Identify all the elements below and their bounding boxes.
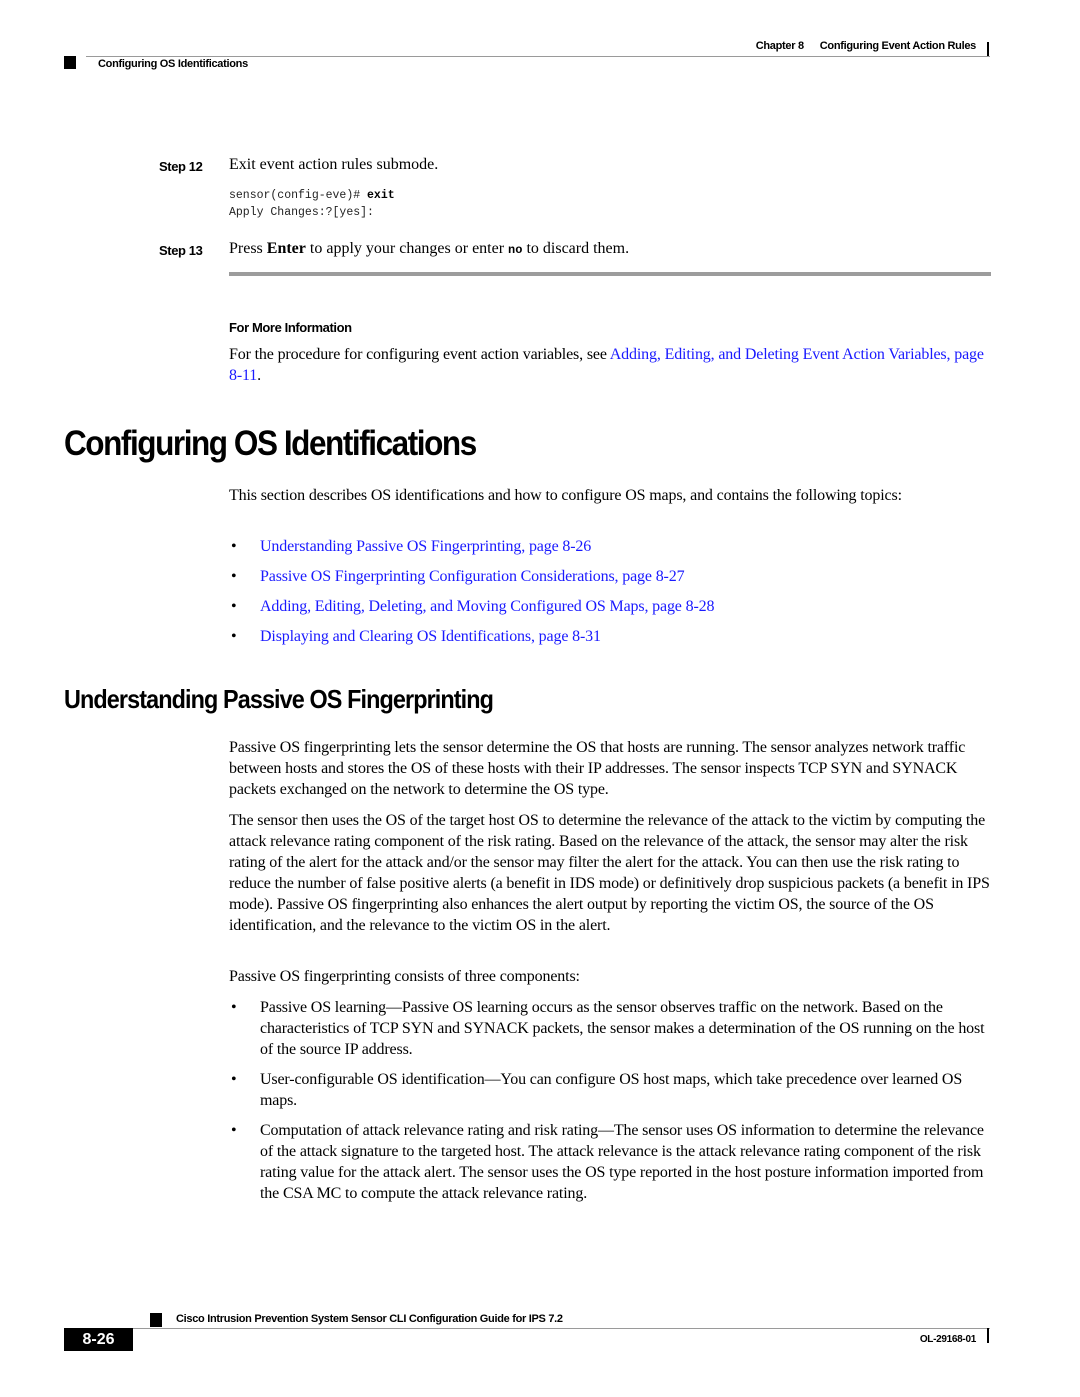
fmi-text: For the procedure for configuring event … (229, 346, 610, 363)
bullet-icon: • (231, 1122, 237, 1139)
topics-list: • Understanding Passive OS Fingerprinting… (229, 536, 994, 656)
topic-link-understanding[interactable]: Understanding Passive OS Fingerprinting,… (260, 538, 591, 555)
step-12-code-block: sensor(config-eve)# exit Apply Changes:?… (229, 187, 395, 221)
header-rule (86, 56, 990, 57)
topic-item: • Adding, Editing, Deleting, and Moving C… (229, 596, 994, 617)
header-square-marker (64, 56, 76, 69)
paragraph-1: Passive OS fingerprinting lets the senso… (229, 739, 966, 798)
running-header-section: Configuring OS Identifications (98, 58, 248, 70)
step-13-label: Step 13 (159, 243, 203, 258)
components-list: • Passive OS learning—Passive OS learning… (229, 997, 994, 1213)
topic-item: • Passive OS Fingerprinting Configuration… (229, 566, 994, 587)
procedure-end-rule (229, 272, 991, 276)
cli-prompt: sensor(config-eve)# (229, 189, 368, 202)
chapter-title: Configuring Event Action Rules (819, 40, 977, 52)
paragraph-2: The sensor then uses the OS of the targe… (229, 812, 990, 934)
topic-link-displaying-clearing[interactable]: Displaying and Clearing OS Identificatio… (260, 628, 601, 645)
component-item: • Passive OS learning—Passive OS learning… (229, 997, 994, 1060)
bullet-icon: • (231, 598, 237, 615)
footer-vertical-bar (987, 1328, 989, 1343)
topic-item: • Understanding Passive OS Fingerprinting… (229, 536, 994, 557)
footer-rule (64, 1328, 990, 1329)
bullet-icon: • (231, 538, 237, 555)
bullet-icon: • (231, 1071, 237, 1088)
component-text: User-configurable OS identification—You … (260, 1071, 963, 1109)
for-more-information-heading: For More Information (229, 320, 352, 335)
bullet-icon: • (231, 999, 237, 1016)
code-line-output: Apply Changes:?[yes]: (229, 206, 374, 219)
step-13-text-part: Press (229, 240, 267, 257)
fmi-period: . (257, 367, 261, 384)
component-text: Computation of attack relevance rating a… (260, 1122, 984, 1202)
footer-book-title: Cisco Intrusion Prevention System Sensor… (176, 1313, 563, 1325)
step-13-text-part: to discard them. (522, 240, 630, 257)
step-12-label: Step 12 (159, 159, 203, 174)
topic-link-os-maps[interactable]: Adding, Editing, Deleting, and Moving Co… (260, 598, 714, 615)
inline-code-no: no (508, 243, 523, 257)
component-item: • User-configurable OS identification—You… (229, 1069, 994, 1111)
step-12-text: Exit event action rules submode. (229, 156, 439, 173)
topic-item: • Displaying and Clearing OS Identificati… (229, 626, 994, 647)
subsection-title: Understanding Passive OS Fingerprinting (64, 684, 494, 714)
running-header-chapter: Chapter 8 Configuring Event Action Rules (0, 40, 977, 52)
component-item: • Computation of attack relevance rating … (229, 1120, 994, 1204)
footer-square-marker (150, 1313, 162, 1327)
step-13-text: Press Enter to apply your changes or ent… (229, 240, 629, 258)
component-text: Passive OS learning—Passive OS learning … (260, 999, 985, 1058)
bullet-icon: • (231, 628, 237, 645)
code-line-command: sensor(config-eve)# exit (229, 187, 395, 204)
section-intro: This section describes OS identification… (229, 487, 902, 504)
bullet-icon: • (231, 568, 237, 585)
footer-page-number: 8-26 (64, 1328, 133, 1351)
cli-command: exit (367, 189, 395, 202)
for-more-information-text: For the procedure for configuring event … (229, 344, 994, 386)
paragraph-3: Passive OS fingerprinting consists of th… (229, 968, 580, 985)
chapter-label: Chapter 8 (755, 40, 804, 52)
header-vertical-bar (987, 42, 989, 57)
enter-key-label: Enter (266, 240, 306, 257)
footer-doc-id: OL-29168-01 (919, 1334, 976, 1345)
topic-link-considerations[interactable]: Passive OS Fingerprinting Configuration … (260, 568, 685, 585)
step-13-text-part: to apply your changes or enter (305, 240, 509, 257)
section-title: Configuring OS Identifications (64, 424, 477, 463)
